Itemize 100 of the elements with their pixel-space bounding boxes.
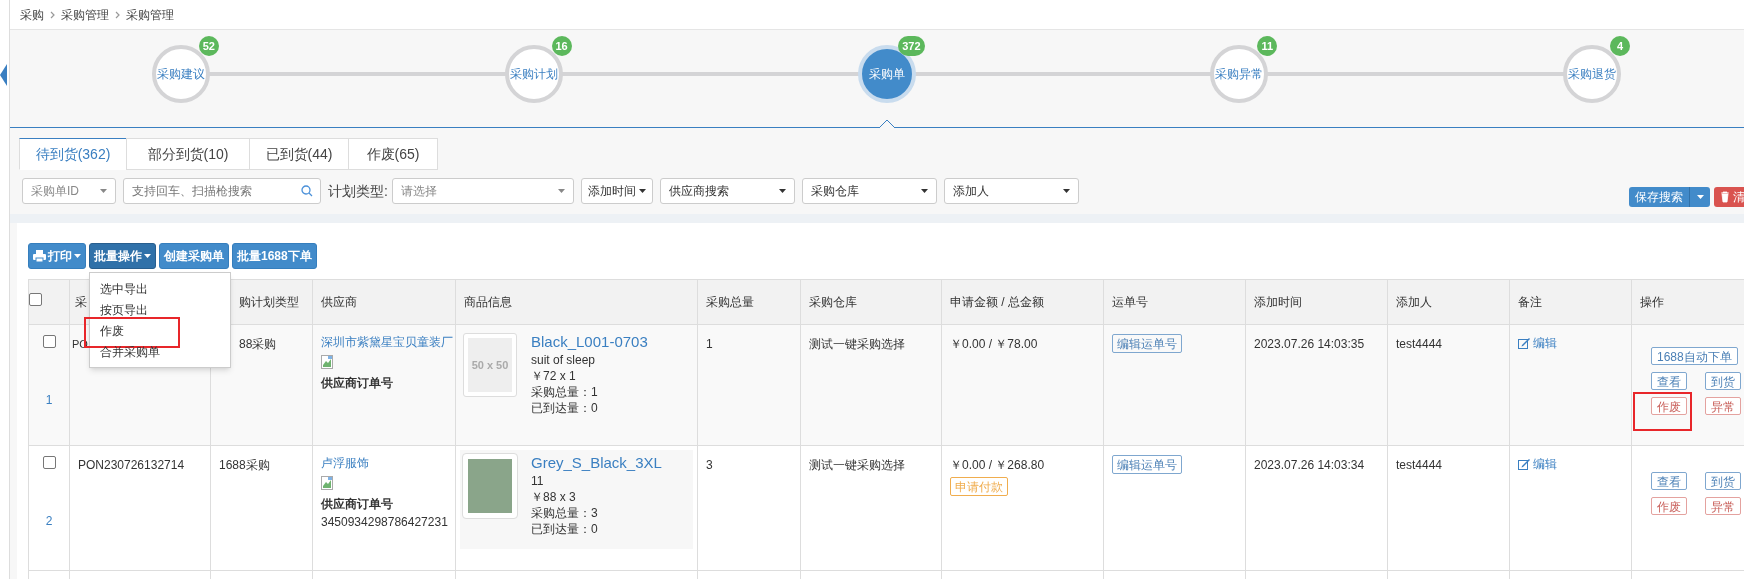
count-badge: 4 xyxy=(1610,36,1630,56)
broken-image-icon xyxy=(321,476,334,491)
table-cell: test4444 xyxy=(1396,337,1443,351)
menu-item[interactable]: 按页导出 xyxy=(100,300,148,319)
save-search-button[interactable]: 保存搜索 xyxy=(1629,187,1690,207)
clear-button[interactable]: 清 xyxy=(1714,187,1744,207)
column-header: 供应商 xyxy=(321,295,357,309)
table-cell: 2023.07.26 14:03:34 xyxy=(1254,458,1365,472)
caret-icon xyxy=(100,189,107,193)
table-cell: 3 xyxy=(706,458,713,472)
column-header: 添加人 xyxy=(1396,295,1432,309)
breadcrumb-link[interactable]: 采购管理 xyxy=(61,5,109,24)
dropdown-button[interactable]: 添加时间 xyxy=(580,178,653,204)
chevron-icon xyxy=(50,10,55,19)
toolbar-button[interactable]: 创建采购单 xyxy=(159,243,229,269)
action-button[interactable]: 作废 xyxy=(1651,497,1687,515)
tab[interactable]: 已到货(44) xyxy=(249,138,349,170)
caret-icon xyxy=(638,189,646,193)
column-header: 采购仓库 xyxy=(809,295,857,309)
product-subtitle: suit of sleep xyxy=(531,352,597,368)
toolbar-button[interactable]: 批量1688下单 xyxy=(232,243,317,269)
toolbar-button[interactable]: 打印 xyxy=(28,243,86,269)
collapse-arrow-icon[interactable] xyxy=(0,64,7,86)
column-header: 采购总量 xyxy=(706,295,754,309)
action-button[interactable]: 1688自动下单 xyxy=(1651,347,1738,365)
breadcrumb-link[interactable]: 采购管理 xyxy=(126,5,174,24)
edit-waybill-button[interactable]: 编辑运单号 xyxy=(1112,334,1182,353)
product-link[interactable]: Grey_S_Black_3XL xyxy=(531,453,662,473)
edit-waybill-button[interactable]: 编辑运单号 xyxy=(1112,455,1182,474)
row-number: 1 xyxy=(44,392,54,409)
select-field[interactable]: 请选择 xyxy=(391,178,574,204)
table-cell: 测试一键采购选择 xyxy=(809,337,905,351)
product-subtitle: 11 xyxy=(531,473,545,489)
action-button[interactable]: 作废 xyxy=(1651,397,1687,415)
caret-icon xyxy=(1696,195,1704,199)
caret-icon xyxy=(920,189,928,193)
broken-image-icon xyxy=(321,355,334,370)
action-button[interactable]: 到货 xyxy=(1705,472,1741,490)
field-label: 供应商订单号 xyxy=(321,375,393,392)
amount-text: ￥0.00 / ￥78.00 xyxy=(950,336,1038,353)
select-field[interactable]: 采购仓库 xyxy=(801,178,937,204)
count-badge: 11 xyxy=(1257,36,1278,56)
table-cell: PON230726132714 xyxy=(78,458,185,472)
tab[interactable]: 待到货(362) xyxy=(19,138,127,170)
tab[interactable]: 作废(65) xyxy=(348,138,438,170)
count-badge: 372 xyxy=(898,36,925,56)
toolbar-button[interactable]: 批量操作 xyxy=(89,243,156,269)
checkbox[interactable] xyxy=(29,293,42,306)
edit-note-link[interactable]: 编辑 xyxy=(1518,334,1557,352)
column-header: 采 xyxy=(75,295,87,309)
filter-label: 计划类型: xyxy=(328,181,388,201)
action-button[interactable]: 查看 xyxy=(1651,472,1687,490)
action-button[interactable]: 异常 xyxy=(1705,497,1741,515)
menu-item[interactable]: 合并采购单 xyxy=(100,342,160,361)
product-arrived: 已到达量：0 xyxy=(531,521,599,537)
action-button[interactable]: 到货 xyxy=(1705,372,1741,390)
checkbox[interactable] xyxy=(42,456,56,469)
action-button[interactable]: 异常 xyxy=(1705,397,1741,415)
tab[interactable]: 部分到货(10) xyxy=(126,138,250,170)
caret-icon xyxy=(1062,189,1070,193)
dropdown-toggle[interactable] xyxy=(1690,187,1710,207)
select-field[interactable]: 供应商搜索 xyxy=(659,178,795,204)
table-cell: 1688采购 xyxy=(219,458,270,472)
product-price: ￥88 x 3 xyxy=(531,489,577,505)
amount-text: ￥0.00 / ￥268.80 xyxy=(950,457,1045,474)
checkbox[interactable] xyxy=(42,335,56,348)
product-arrived: 已到达量：0 xyxy=(531,400,599,416)
count-badge: 16 xyxy=(551,36,572,56)
action-button[interactable]: 查看 xyxy=(1651,372,1687,390)
product-total: 采购总量：3 xyxy=(531,505,599,521)
table-cell: 2023.07.26 14:03:35 xyxy=(1254,337,1365,351)
caret-icon xyxy=(557,189,565,193)
column-header: 购计划类型 xyxy=(239,295,299,309)
edit-icon xyxy=(1518,458,1531,470)
printer-icon xyxy=(33,250,46,262)
breadcrumb-link[interactable]: 采购 xyxy=(20,5,44,24)
column-header: 运单号 xyxy=(1112,295,1148,309)
column-header: 商品信息 xyxy=(464,295,512,309)
column-header: 备注 xyxy=(1518,295,1542,309)
column-header: 操作 xyxy=(1640,295,1664,309)
image-size-label: 50 x 50 xyxy=(471,357,509,373)
select-field[interactable]: 采购单ID xyxy=(22,178,116,204)
edit-note-link[interactable]: 编辑 xyxy=(1518,455,1557,473)
select-field[interactable]: 添加人 xyxy=(943,178,1079,204)
search-field[interactable]: 支持回车、扫描枪搜索 xyxy=(123,178,321,204)
supplier-link[interactable]: 深圳市紫黛星宝贝童装厂 xyxy=(321,333,453,351)
table-cell: 测试一键采购选择 xyxy=(809,458,905,472)
chevron-icon xyxy=(115,10,120,19)
supplier-link[interactable]: 卢浮服饰 xyxy=(321,454,369,472)
field-label: 供应商订单号 xyxy=(321,496,393,513)
table-cell: test4444 xyxy=(1396,458,1443,472)
caret-icon xyxy=(778,189,786,193)
count-badge: 52 xyxy=(198,36,219,56)
row-number: 2 xyxy=(44,513,54,530)
menu-item[interactable]: 作废 xyxy=(100,321,124,340)
table-cell: 1 xyxy=(706,337,713,351)
product-link[interactable]: Black_L001-0703 xyxy=(531,332,648,352)
menu-item[interactable]: 选中导出 xyxy=(100,279,148,298)
column-header: 申请金额 / 总金额 xyxy=(950,295,1044,309)
photo-placeholder xyxy=(463,454,517,518)
